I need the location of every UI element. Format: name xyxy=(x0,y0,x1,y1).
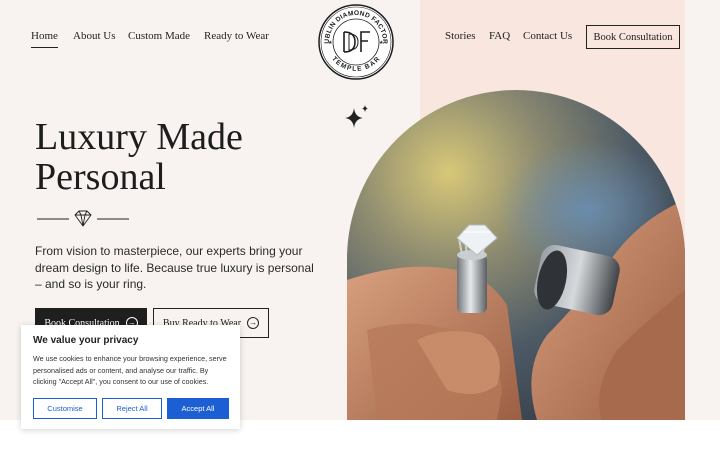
hero-ring-photo xyxy=(347,90,685,420)
nav-custom-made[interactable]: Custom Made xyxy=(128,30,190,42)
arrow-right-circle-icon: → xyxy=(247,317,260,329)
nav-contact-us[interactable]: Contact Us xyxy=(523,30,572,42)
nav-ready-to-wear[interactable]: Ready to Wear xyxy=(204,30,269,42)
cookie-accept-all-button[interactable]: Accept All xyxy=(167,398,229,419)
diamond-icon xyxy=(37,210,129,227)
cookie-buttons: Customise Reject All Accept All xyxy=(33,398,229,419)
sparkle-icon xyxy=(345,105,368,128)
cookie-text: We use cookies to enhance your browsing … xyxy=(33,354,227,386)
cookie-consent-banner: We value your privacy We use cookies to … xyxy=(21,325,240,429)
dublin-diamond-factory-logo[interactable]: DUBLIN DIAMOND FACTORY TEMPLE BAR ★ ★ xyxy=(318,4,394,80)
svg-text:★: ★ xyxy=(379,40,384,46)
hero-title: Luxury Made Personal xyxy=(35,117,243,197)
nav-book-consultation-button[interactable]: Book Consultation xyxy=(586,25,680,49)
cookie-reject-all-button[interactable]: Reject All xyxy=(102,398,162,419)
nav-faq[interactable]: FAQ xyxy=(489,30,510,42)
nav-about-us[interactable]: About Us xyxy=(73,30,115,42)
svg-text:★: ★ xyxy=(328,40,333,46)
nav-stories[interactable]: Stories xyxy=(445,30,476,42)
nav-home[interactable]: Home xyxy=(31,30,58,48)
hero-title-line-1: Luxury Made xyxy=(35,116,243,158)
cookie-customise-button[interactable]: Customise xyxy=(33,398,97,419)
hero-title-line-2: Personal xyxy=(35,156,166,198)
cookie-title: We value your privacy xyxy=(33,335,139,346)
hero-description: From vision to masterpiece, our experts … xyxy=(35,244,314,291)
